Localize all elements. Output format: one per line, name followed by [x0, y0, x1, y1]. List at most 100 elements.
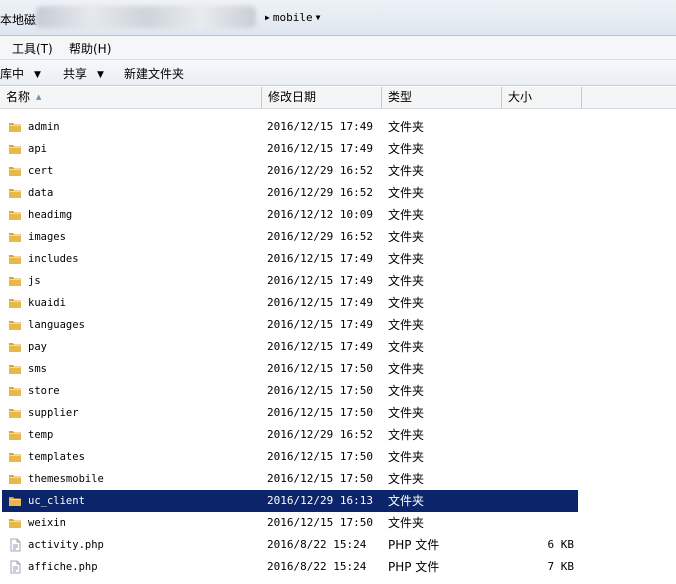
- address-path[interactable]: ▶ mobile ▼: [262, 11, 323, 24]
- file-name: templates: [28, 451, 85, 463]
- file-type: 文件夹: [388, 472, 425, 486]
- file-name: weixin: [28, 517, 66, 529]
- folder-icon: [9, 519, 21, 528]
- file-list-row[interactable]: sms 2016/12/15 17:50 文件夹: [0, 358, 676, 380]
- file-list-row[interactable]: kuaidi 2016/12/15 17:49 文件夹: [0, 292, 676, 314]
- folder-icon: [9, 211, 21, 220]
- column-header-size[interactable]: 大小: [502, 87, 582, 108]
- file-list-row[interactable]: languages 2016/12/15 17:49 文件夹: [0, 314, 676, 336]
- file-list-row[interactable]: supplier 2016/12/15 17:50 文件夹: [0, 402, 676, 424]
- file-type: 文件夹: [388, 274, 425, 288]
- chevron-down-icon[interactable]: ▼: [316, 13, 321, 22]
- file-name: pay: [28, 341, 47, 353]
- modified-date: 2016/12/15 17:50: [267, 384, 373, 397]
- folder-icon: [9, 431, 21, 440]
- file-name: temp: [28, 429, 54, 441]
- folder-icon: [9, 343, 21, 352]
- file-name: includes: [28, 253, 79, 265]
- file-list-row[interactable]: headimg 2016/12/12 10:09 文件夹: [0, 204, 676, 226]
- file-list-row[interactable]: images 2016/12/29 16:52 文件夹: [0, 226, 676, 248]
- file-name: languages: [28, 319, 85, 331]
- folder-icon: [9, 123, 21, 132]
- modified-date: 2016/12/15 17:50: [267, 516, 373, 529]
- file-name: admin: [28, 121, 60, 133]
- file-list-row[interactable]: cert 2016/12/29 16:52 文件夹: [0, 160, 676, 182]
- address-drive-label[interactable]: 本地磁: [0, 11, 36, 28]
- file-type: 文件夹: [388, 230, 425, 244]
- file-name: activity.php: [28, 539, 104, 551]
- file-name: js: [28, 275, 41, 287]
- file-type: 文件夹: [388, 516, 425, 530]
- modified-date: 2016/12/15 17:50: [267, 406, 373, 419]
- column-header-row: 名称 ▲ 修改日期 类型 大小: [0, 87, 676, 109]
- file-list-row[interactable]: includes 2016/12/15 17:49 文件夹: [0, 248, 676, 270]
- file-list-row[interactable]: temp 2016/12/29 16:52 文件夹: [0, 424, 676, 446]
- folder-icon: [9, 409, 21, 418]
- file-list-row[interactable]: activity.php 2016/8/22 15:24 PHP 文件 6 KB: [0, 534, 676, 556]
- modified-date: 2016/12/15 17:49: [267, 142, 373, 155]
- include-in-library-button[interactable]: 库中 ▼: [0, 65, 41, 82]
- file-list-row[interactable]: templates 2016/12/15 17:50 文件夹: [0, 446, 676, 468]
- address-bar[interactable]: 本地磁 ▶ mobile ▼: [0, 0, 676, 36]
- file-type: 文件夹: [388, 450, 425, 464]
- file-name: headimg: [28, 209, 73, 221]
- modified-date: 2016/12/15 17:49: [267, 252, 373, 265]
- command-bar: 库中 ▼ 共享 ▼ 新建文件夹: [0, 60, 676, 86]
- modified-date: 2016/12/15 17:49: [267, 274, 373, 287]
- breadcrumb-separator-icon[interactable]: ▶: [265, 13, 270, 22]
- file-list-row[interactable]: js 2016/12/15 17:49 文件夹: [0, 270, 676, 292]
- share-button[interactable]: 共享 ▼: [63, 65, 104, 82]
- file-name: kuaidi: [28, 297, 66, 309]
- new-folder-button[interactable]: 新建文件夹: [124, 65, 184, 82]
- modified-date: 2016/12/29 16:52: [267, 186, 373, 199]
- folder-icon: [9, 299, 21, 308]
- file-type: 文件夹: [388, 406, 425, 420]
- address-redacted-segment: [36, 6, 256, 28]
- file-list: admin 2016/12/15 17:49 文件夹 api 2016/12/15 17…: [0, 116, 676, 578]
- php-file-icon: [10, 560, 21, 574]
- file-list-row[interactable]: affiche.php 2016/8/22 15:24 PHP 文件 7 KB: [0, 556, 676, 578]
- column-header-type[interactable]: 类型: [382, 87, 502, 108]
- folder-icon: [9, 167, 21, 176]
- file-name: uc_client: [28, 495, 85, 507]
- folder-icon: [9, 475, 21, 484]
- file-type: 文件夹: [388, 428, 425, 442]
- folder-icon: [9, 277, 21, 286]
- column-header-name[interactable]: 名称 ▲: [0, 87, 262, 108]
- breadcrumb-mobile[interactable]: mobile: [273, 11, 313, 24]
- include-in-library-label: 库中: [0, 67, 25, 81]
- file-list-row[interactable]: store 2016/12/15 17:50 文件夹: [0, 380, 676, 402]
- menu-tools[interactable]: 工具(T): [12, 40, 53, 57]
- share-label: 共享: [63, 67, 88, 81]
- menu-help[interactable]: 帮助(H): [69, 40, 111, 57]
- file-type: PHP 文件: [388, 560, 440, 574]
- file-type: 文件夹: [388, 318, 425, 332]
- file-list-row[interactable]: pay 2016/12/15 17:49 文件夹: [0, 336, 676, 358]
- modified-date: 2016/12/15 17:50: [267, 362, 373, 375]
- menu-bar: 工具(T) 帮助(H): [0, 36, 676, 60]
- file-list-row[interactable]: admin 2016/12/15 17:49 文件夹: [0, 116, 676, 138]
- file-list-row[interactable]: themesmobile 2016/12/15 17:50 文件夹: [0, 468, 676, 490]
- modified-date: 2016/12/12 10:09: [267, 208, 373, 221]
- file-name: store: [28, 385, 60, 397]
- file-name: images: [28, 231, 66, 243]
- file-type: 文件夹: [388, 362, 425, 376]
- file-list-row[interactable]: api 2016/12/15 17:49 文件夹: [0, 138, 676, 160]
- file-name: themesmobile: [28, 473, 104, 485]
- php-file-icon: [10, 538, 21, 552]
- chevron-down-icon: ▼: [97, 70, 104, 80]
- file-size: 6 KB: [547, 538, 575, 551]
- file-list-row[interactable]: uc_client 2016/12/29 16:13 文件夹: [0, 490, 676, 512]
- sort-ascending-icon: ▲: [36, 93, 42, 101]
- modified-date: 2016/8/22 15:24: [267, 560, 367, 573]
- file-list-row[interactable]: weixin 2016/12/15 17:50 文件夹: [0, 512, 676, 534]
- modified-date: 2016/12/15 17:49: [267, 296, 373, 309]
- file-type: 文件夹: [388, 120, 425, 134]
- file-list-row[interactable]: data 2016/12/29 16:52 文件夹: [0, 182, 676, 204]
- file-type: 文件夹: [388, 296, 425, 310]
- file-name: sms: [28, 363, 47, 375]
- folder-icon: [9, 233, 21, 242]
- file-type: 文件夹: [388, 340, 425, 354]
- file-type: 文件夹: [388, 142, 425, 156]
- column-header-date[interactable]: 修改日期: [262, 87, 382, 108]
